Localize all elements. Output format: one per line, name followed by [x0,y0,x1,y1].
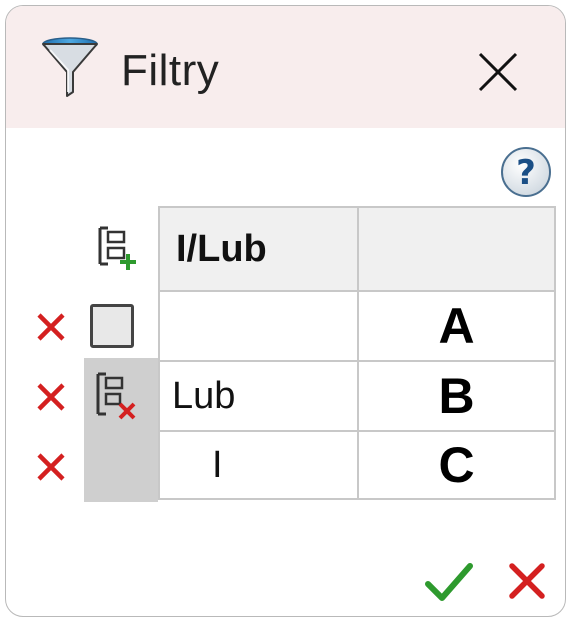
table-header-row: I/Lub [158,206,556,292]
funnel-icon [42,37,98,97]
table-row: A [158,290,556,362]
title-bar: Filtry [6,6,565,128]
filter-cell-value: Lub [172,374,236,417]
remove-group-icon[interactable] [90,370,138,422]
row-label: C [438,437,475,493]
delete-row-icon[interactable] [36,452,66,482]
filters-dialog: Filtry ? I/Lub A Lub B I C [5,5,566,617]
row-label-cell: C [357,430,556,500]
checkmark-icon[interactable] [424,560,474,604]
filter-cell[interactable]: I [158,430,359,500]
delete-row-icon[interactable] [36,312,66,342]
row-label-cell: B [357,360,556,432]
column-header[interactable] [357,206,556,292]
column-header-label: I/Lub [176,227,267,270]
table-row: I C [158,430,556,500]
close-icon[interactable] [476,50,520,94]
delete-row-icon[interactable] [36,382,66,412]
filter-cell[interactable]: Lub [158,360,359,432]
row-label-cell: A [357,290,556,362]
cancel-icon[interactable] [506,560,548,602]
help-icon[interactable]: ? [500,146,552,198]
checkbox[interactable] [90,304,134,348]
column-header[interactable]: I/Lub [158,206,359,292]
table-row: Lub B [158,360,556,432]
filter-cell-value [160,305,172,347]
column-header-label [359,228,375,270]
filter-cell[interactable] [158,290,359,362]
svg-text:?: ? [516,153,536,193]
filter-cell-value: I [212,443,223,486]
filter-table: I/Lub A Lub B I C [158,206,556,500]
row-label: B [438,368,475,424]
row-label: A [438,298,475,354]
dialog-title: Filtry [121,46,220,95]
add-group-icon[interactable] [94,224,138,272]
